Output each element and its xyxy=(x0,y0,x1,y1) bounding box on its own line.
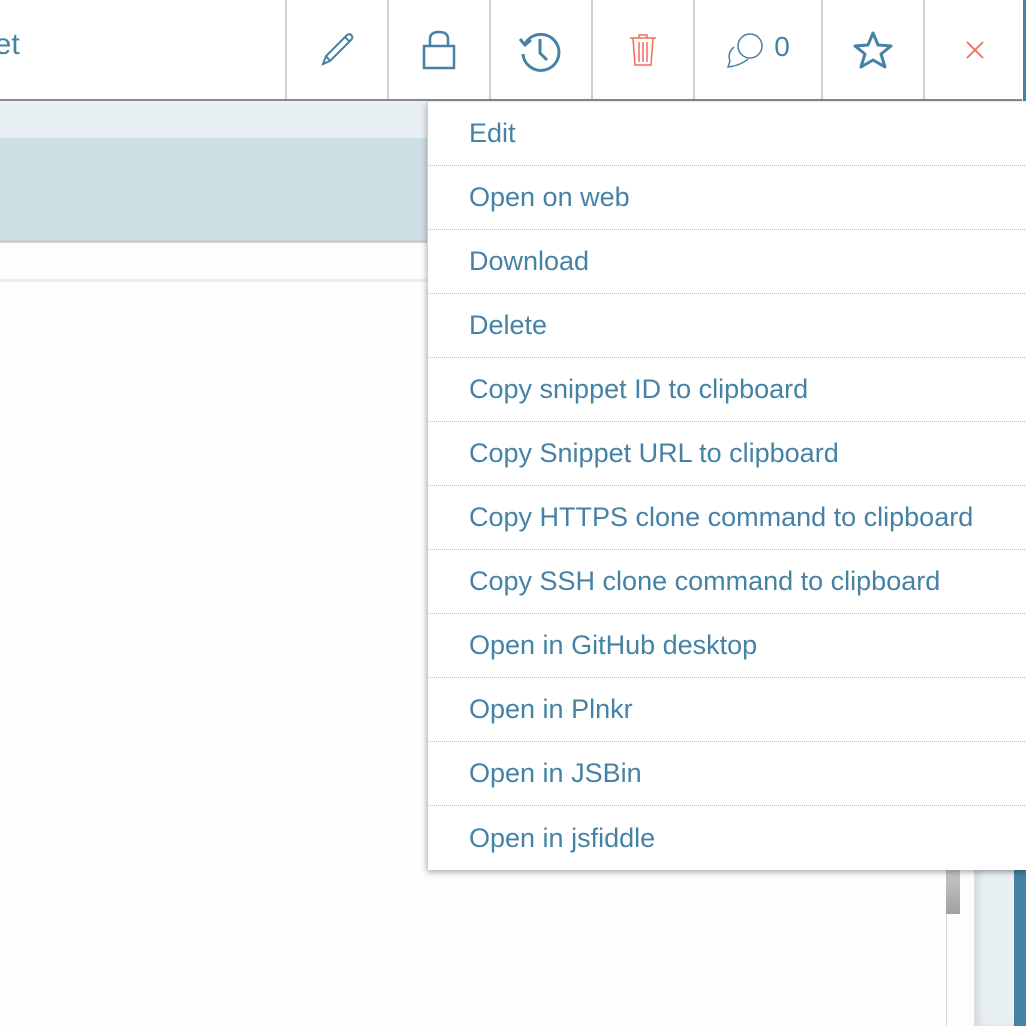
star-icon xyxy=(853,31,893,68)
side-panel xyxy=(974,870,1014,1026)
menu-item-open-plnkr[interactable]: Open in Plnkr xyxy=(428,678,1026,742)
list-header xyxy=(0,101,430,138)
close-button[interactable] xyxy=(923,0,1024,99)
delete-button[interactable] xyxy=(591,0,693,99)
menu-item-edit[interactable]: Edit xyxy=(428,102,1026,166)
menu-item-copy-https-clone[interactable]: Copy HTTPS clone command to clipboard xyxy=(428,486,1026,550)
menu-item-copy-snippet-id[interactable]: Copy snippet ID to clipboard xyxy=(428,358,1026,422)
lock-button[interactable] xyxy=(387,0,489,99)
comments-count: 0 xyxy=(774,30,790,62)
menu-item-copy-snippet-url[interactable]: Copy Snippet URL to clipboard xyxy=(428,422,1026,486)
menu-item-download[interactable]: Download xyxy=(428,230,1026,294)
pencil-icon xyxy=(321,32,354,66)
edit-button[interactable] xyxy=(285,0,387,99)
snippet-title: let xyxy=(0,28,20,61)
close-icon xyxy=(965,40,984,59)
history-icon xyxy=(518,32,561,72)
menu-item-open-jsfiddle[interactable]: Open in jsfiddle xyxy=(428,806,1026,870)
context-menu: Edit Open on web Download Delete Copy sn… xyxy=(427,102,1026,870)
list-row[interactable] xyxy=(0,243,430,282)
history-button[interactable] xyxy=(489,0,591,99)
menu-item-delete[interactable]: Delete xyxy=(428,294,1026,358)
side-panel-edge xyxy=(1014,870,1026,1026)
comments-button[interactable]: 0 xyxy=(693,0,821,99)
comments-icon xyxy=(727,32,763,68)
menu-item-copy-ssh-clone[interactable]: Copy SSH clone command to clipboard xyxy=(428,550,1026,614)
selected-row[interactable] xyxy=(0,138,430,243)
trash-icon xyxy=(630,33,656,66)
scrollbar-thumb[interactable] xyxy=(946,870,960,914)
menu-item-open-github-desktop[interactable]: Open in GitHub desktop xyxy=(428,614,1026,678)
menu-item-open-jsbin[interactable]: Open in JSBin xyxy=(428,742,1026,806)
menu-item-open-on-web[interactable]: Open on web xyxy=(428,166,1026,230)
star-button[interactable] xyxy=(821,0,923,99)
lock-icon xyxy=(422,30,456,69)
header-toolbar: let 0 xyxy=(0,0,1022,101)
